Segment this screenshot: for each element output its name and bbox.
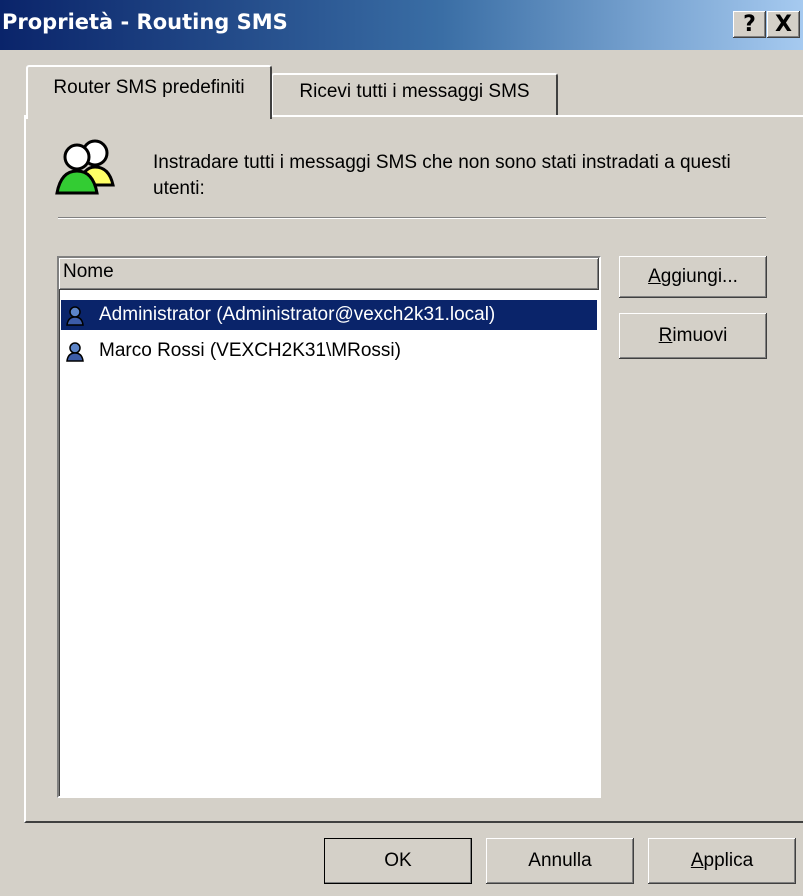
remove-button-label: imuovi	[672, 325, 728, 346]
list-item[interactable]: Administrator (Administrator@vexch2k31.l…	[61, 300, 597, 330]
list-item-label: Administrator (Administrator@vexch2k31.l…	[99, 304, 496, 325]
user-icon	[65, 306, 85, 336]
remove-button[interactable]: Rimuovi	[619, 313, 767, 359]
remove-button-mnemonic: R	[658, 325, 673, 346]
list-item-label: Marco Rossi (VEXCH2K31\MRossi)	[99, 340, 401, 361]
user-icon	[65, 342, 85, 372]
separator-highlight	[58, 218, 766, 219]
tab-router-sms-predefiniti[interactable]: Router SMS predefiniti	[26, 65, 272, 119]
ok-button[interactable]: OK	[324, 838, 472, 884]
apply-button-mnemonic: A	[690, 850, 704, 871]
window-title: Proprietà - Routing SMS	[2, 10, 288, 34]
help-button[interactable]: ?	[733, 11, 766, 38]
list-item[interactable]: Marco Rossi (VEXCH2K31\MRossi)	[61, 336, 597, 366]
apply-button[interactable]: Applica	[648, 838, 796, 884]
cancel-button[interactable]: Annulla	[486, 838, 634, 884]
add-button-mnemonic: A	[648, 266, 661, 287]
column-header-nome[interactable]: Nome	[59, 258, 599, 290]
close-button[interactable]: X	[767, 11, 800, 38]
add-button-label: ggiungi...	[660, 266, 738, 287]
apply-button-label: pplica	[703, 850, 754, 871]
users-icon	[55, 133, 119, 197]
panel-description: Instradare tutti i messaggi SMS che non …	[153, 152, 731, 199]
add-button[interactable]: Aggiungi...	[619, 256, 767, 298]
tab-ricevi-tutti[interactable]: Ricevi tutti i messaggi SMS	[271, 73, 558, 115]
